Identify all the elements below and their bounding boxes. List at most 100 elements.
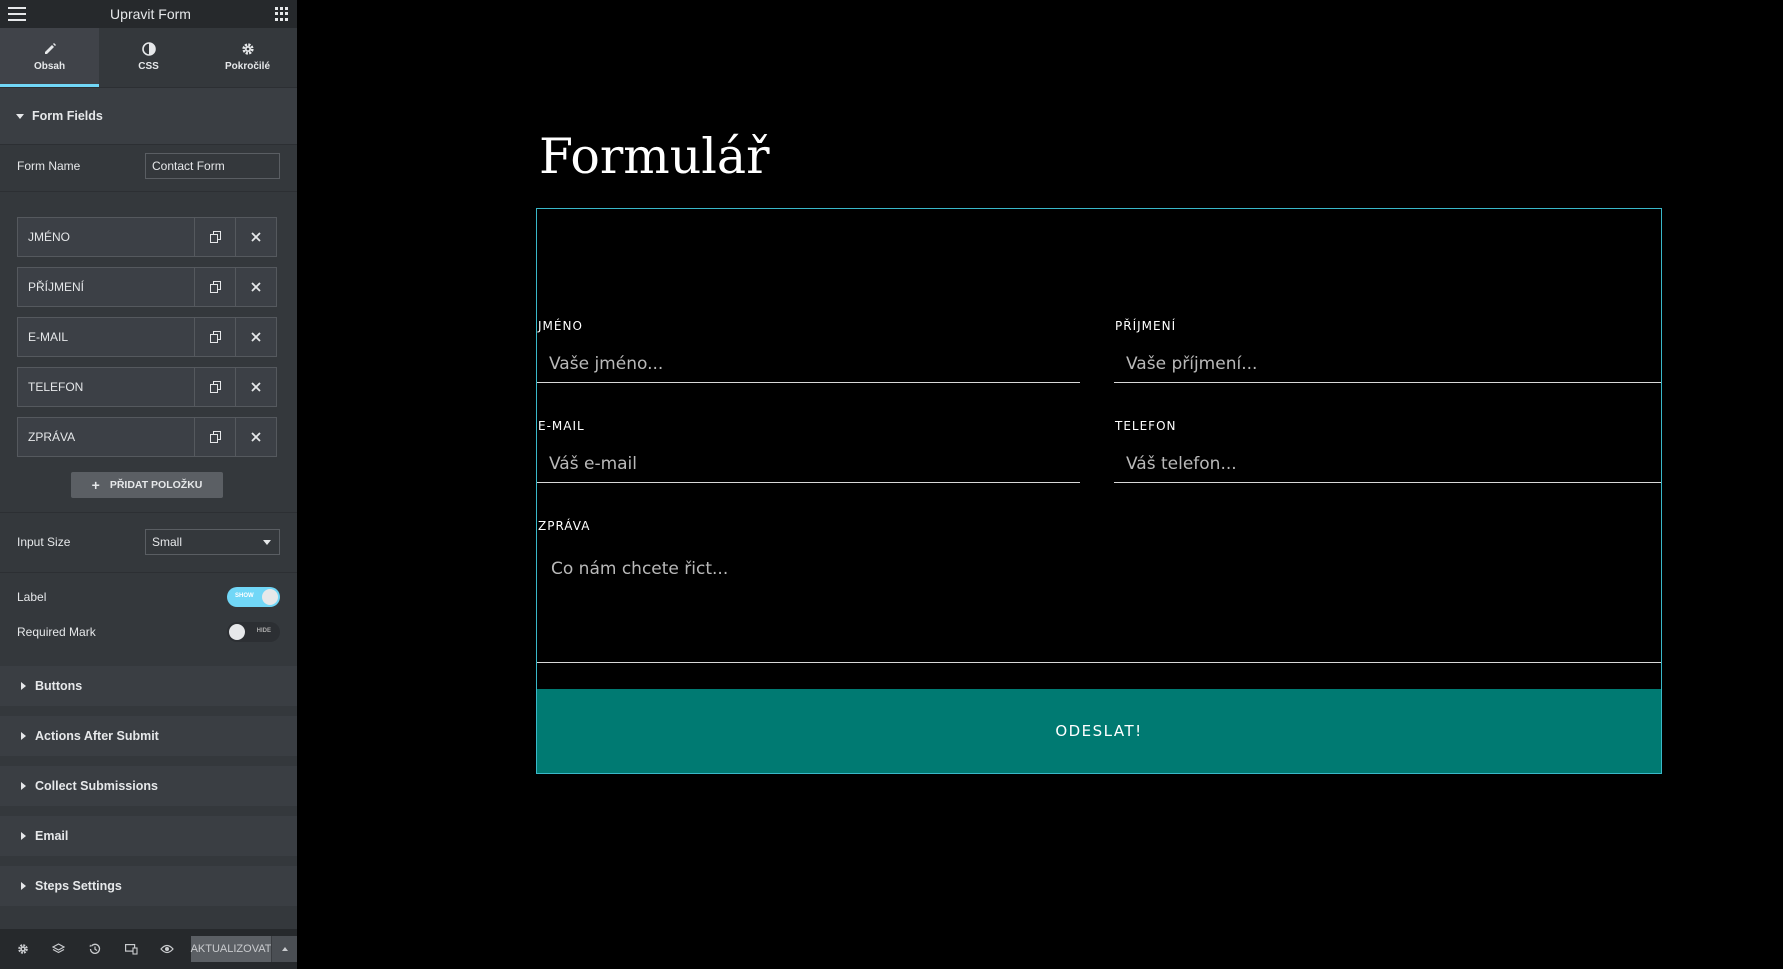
preview-eye-icon[interactable] (153, 934, 182, 964)
caret-right-icon (21, 882, 26, 890)
section-title: Form Fields (32, 109, 103, 123)
add-item-button[interactable]: + PŘIDAT POLOŽKU (71, 472, 223, 498)
label-toggle-switch[interactable]: SHOW (227, 587, 280, 607)
repeater-item-title[interactable]: TELEFON (18, 368, 194, 406)
repeater-item-title[interactable]: E-MAIL (18, 318, 194, 356)
editor-panel: Upravit Form Obsah CSS Pokročilé Form Fi… (0, 0, 298, 969)
section-title: Collect Submissions (35, 779, 158, 793)
close-icon[interactable] (235, 268, 276, 306)
input-size-control: Input Size Small (0, 527, 297, 557)
message-textarea[interactable]: Co nám chcete řict... (537, 545, 1661, 663)
select-value: Small (152, 535, 183, 549)
section-collect-submissions-header[interactable]: Collect Submissions (0, 766, 297, 806)
divider (0, 512, 297, 513)
required-mark-label: Required Mark (17, 625, 96, 639)
caret-right-icon (21, 832, 26, 840)
update-button[interactable]: AKTUALIZOVAT (191, 936, 271, 962)
repeater-item: TELEFON (17, 367, 277, 407)
label-toggle-label: Label (17, 590, 47, 604)
panel-title: Upravit Form (110, 6, 191, 22)
publish-button-group: AKTUALIZOVAT (191, 936, 298, 962)
email-input[interactable]: Váš e-mail (537, 445, 1080, 483)
duplicate-icon[interactable] (194, 318, 235, 356)
tab-label: Pokročilé (224, 61, 271, 72)
tab-content[interactable]: Obsah (0, 28, 99, 87)
repeater-item-title[interactable]: PŘÍJMENÍ (18, 268, 194, 306)
input-size-label: Input Size (17, 535, 71, 549)
tab-css[interactable]: CSS (99, 28, 198, 87)
section-buttons-header[interactable]: Buttons (0, 666, 297, 706)
divider (0, 572, 297, 573)
form-name-input[interactable] (145, 152, 280, 179)
required-mark-control: Required Mark HIDE (0, 620, 297, 644)
section-form-fields-header[interactable]: Form Fields (0, 87, 297, 145)
phone-label: TELEFON (1115, 419, 1177, 433)
section-title: Actions After Submit (35, 729, 159, 743)
responsive-mode-icon[interactable] (117, 934, 146, 964)
toggle-knob (262, 589, 278, 605)
section-title: Email (35, 829, 69, 843)
first-name-input[interactable]: Vaše jméno... (537, 345, 1080, 383)
caret-right-icon (21, 682, 26, 690)
form-name-label: Form Name (17, 158, 81, 173)
close-icon[interactable] (235, 218, 276, 256)
tab-label: Obsah (33, 61, 66, 72)
repeater-item: PŘÍJMENÍ (17, 267, 277, 307)
preview-canvas: Formulář JMÉNO Vaše jméno... PŘÍJMENÍ Va… (297, 0, 1783, 969)
close-icon[interactable] (235, 318, 276, 356)
input-size-select[interactable]: Small (145, 529, 280, 555)
duplicate-icon[interactable] (194, 218, 235, 256)
caret-up-icon (281, 947, 288, 951)
caret-down-icon (16, 113, 24, 119)
first-name-label: JMÉNO (538, 319, 583, 333)
repeater-item: E-MAIL (17, 317, 277, 357)
phone-input[interactable]: Váš telefon... (1114, 445, 1661, 483)
add-item-label: PŘIDAT POLOŽKU (109, 479, 203, 491)
section-title: Buttons (35, 679, 83, 693)
page-heading: Formulář (539, 128, 770, 185)
panel-header: Upravit Form (0, 0, 297, 28)
close-icon[interactable] (235, 418, 276, 456)
panel-tabs: Obsah CSS Pokročilé (0, 28, 297, 87)
gear-icon (241, 40, 255, 57)
toggle-state-text: SHOW (235, 593, 254, 599)
last-name-label: PŘÍJMENÍ (1115, 319, 1177, 333)
duplicate-icon[interactable] (194, 418, 235, 456)
caret-right-icon (21, 732, 26, 740)
submit-button[interactable]: ODESLAT! (537, 689, 1661, 773)
tab-advanced[interactable]: Pokročilé (198, 28, 297, 87)
close-icon[interactable] (235, 368, 276, 406)
layers-icon[interactable] (44, 934, 73, 964)
pencil-icon (43, 40, 57, 57)
repeater-item-title[interactable]: ZPRÁVA (18, 418, 194, 456)
section-steps-settings-header[interactable]: Steps Settings (0, 866, 297, 906)
panel-footer: AKTUALIZOVAT (0, 929, 298, 969)
section-actions-after-submit-header[interactable]: Actions After Submit (0, 716, 297, 756)
message-label: ZPRÁVA (538, 519, 591, 533)
toggle-knob (229, 624, 245, 640)
form-name-control: Form Name (0, 140, 297, 192)
form-widget[interactable]: JMÉNO Vaše jméno... PŘÍJMENÍ Vaše příjme… (536, 208, 1662, 774)
toggle-state-text: HIDE (256, 628, 271, 634)
menu-icon[interactable] (8, 7, 26, 21)
chevron-down-icon (263, 539, 271, 545)
duplicate-icon[interactable] (194, 268, 235, 306)
email-label: E-MAIL (538, 419, 585, 433)
widgets-grid-icon[interactable] (275, 7, 289, 21)
tab-label: CSS (138, 61, 159, 72)
settings-gear-icon[interactable] (8, 934, 37, 964)
contrast-icon (141, 40, 156, 57)
repeater-item-title[interactable]: JMÉNO (18, 218, 194, 256)
repeater-item: JMÉNO (17, 217, 277, 257)
label-toggle-control: Label SHOW (0, 585, 297, 609)
repeater-item: ZPRÁVA (17, 417, 277, 457)
duplicate-icon[interactable] (194, 368, 235, 406)
caret-right-icon (21, 782, 26, 790)
section-title: Steps Settings (35, 879, 122, 893)
history-icon[interactable] (80, 934, 109, 964)
publish-options-button[interactable] (271, 936, 298, 962)
section-email-header[interactable]: Email (0, 816, 297, 856)
last-name-input[interactable]: Vaše příjmení... (1114, 345, 1661, 383)
required-mark-switch[interactable]: HIDE (227, 622, 280, 642)
plus-icon: + (91, 477, 100, 493)
